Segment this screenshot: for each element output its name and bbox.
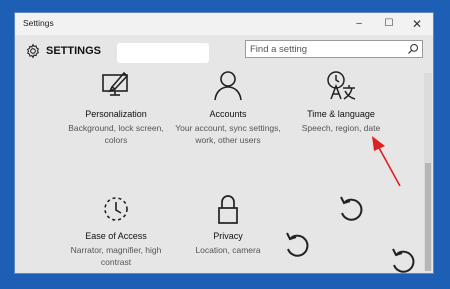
settings-window: Settings – ☐ ✕ SETTINGS Find a setting P… — [14, 12, 434, 274]
tile-description: Narrator, magnifier, high contrast — [70, 245, 162, 267]
tile-title: Ease of Access — [85, 231, 147, 241]
tile-description: Speech, region, date — [301, 123, 381, 133]
close-button[interactable]: ✕ — [409, 16, 425, 32]
privacy-icon — [218, 195, 238, 224]
tile-title: Accounts — [209, 109, 247, 119]
scrollbar-thumb[interactable] — [425, 163, 431, 271]
redacted-area — [117, 43, 209, 63]
accounts-icon — [214, 71, 242, 101]
page-title: SETTINGS — [46, 45, 102, 57]
refresh-icon — [392, 248, 415, 273]
personalization-icon — [102, 71, 129, 96]
tile-description: Your account, sync settings, work, other… — [175, 123, 281, 145]
tile-title: Privacy — [213, 231, 243, 241]
refresh-icon — [340, 196, 363, 221]
search-box[interactable] — [245, 40, 423, 58]
tile-title: Personalization — [85, 109, 147, 119]
search-input[interactable] — [250, 43, 400, 56]
time-language-icon — [327, 71, 356, 100]
refresh-icon — [286, 232, 309, 257]
gear-icon — [26, 43, 40, 59]
tile-description: Location, camera — [195, 245, 261, 255]
search-icon[interactable] — [407, 43, 419, 55]
minimize-button[interactable]: – — [351, 16, 367, 32]
ease-of-access-icon — [104, 197, 128, 221]
tile-title: Time & language — [307, 109, 375, 119]
title-bar[interactable]: Settings – ☐ ✕ — [15, 13, 433, 35]
maximize-button[interactable]: ☐ — [381, 16, 397, 32]
window-title: Settings — [23, 18, 54, 28]
tile-description: Background, lock screen, colors — [68, 123, 164, 145]
settings-header: SETTINGS — [15, 35, 433, 71]
